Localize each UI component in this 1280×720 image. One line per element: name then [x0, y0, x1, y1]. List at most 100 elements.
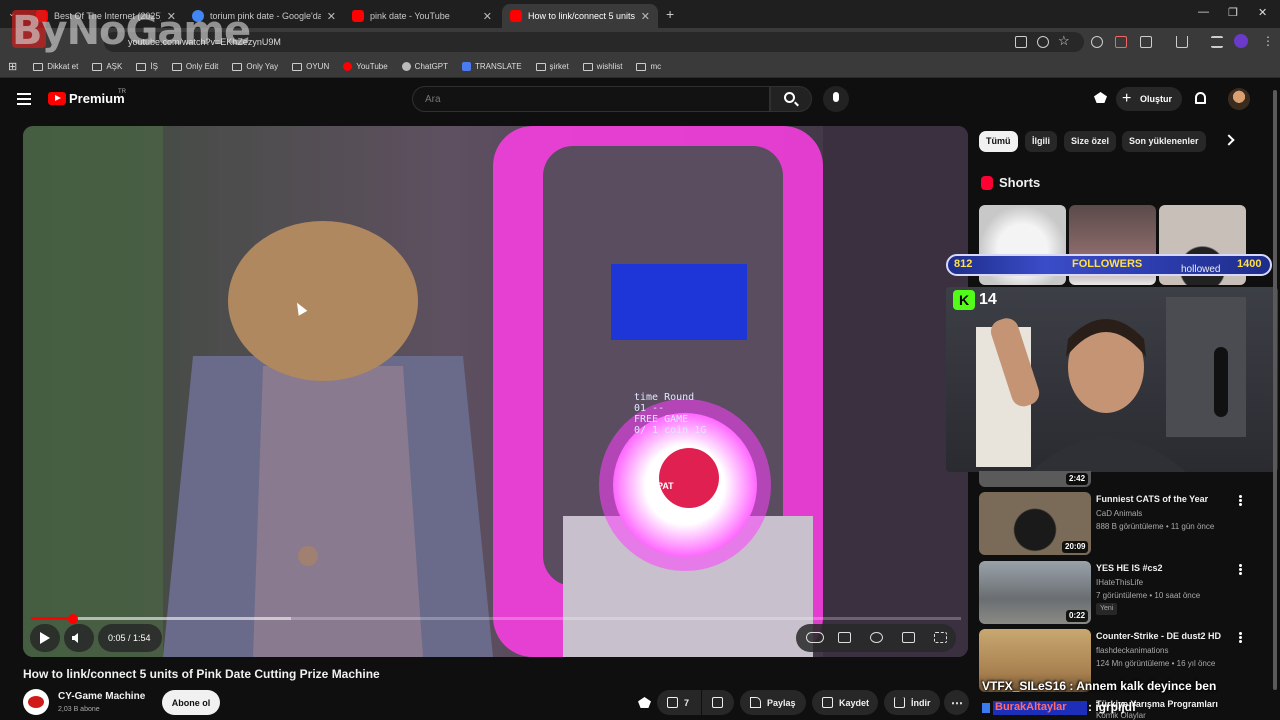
related-title[interactable]: Funniest CATS of the Year — [1096, 494, 1208, 504]
doll-body — [253, 366, 423, 657]
folder-icon — [92, 62, 103, 71]
fullscreen-icon[interactable] — [934, 632, 947, 643]
followers-goal: 1400 — [1237, 258, 1262, 270]
bookmark-label: ChatGPT — [414, 62, 449, 71]
browser-tab[interactable]: pink date - YouTube ✕ — [344, 4, 500, 28]
bookmark-label: Dikkat et — [47, 62, 79, 71]
browser-menu-icon[interactable]: ⋮ — [1262, 34, 1274, 48]
save-button[interactable]: Kaydet — [812, 690, 878, 715]
more-options-icon[interactable] — [1239, 495, 1242, 498]
bookmark-link[interactable]: TRANSLATE — [462, 62, 522, 71]
more-actions-button[interactable]: ⋯ — [944, 690, 969, 715]
close-tab-icon[interactable]: ✕ — [483, 10, 492, 23]
bookmark-folder[interactable]: wishlist — [582, 62, 622, 71]
download-label: İndir — [911, 697, 931, 708]
settings-gear-icon[interactable] — [870, 632, 883, 643]
subscribe-button[interactable]: Abone ol — [162, 690, 220, 715]
search-input[interactable] — [412, 86, 770, 112]
video-title: How to link/connect 5 units of Pink Date… — [23, 667, 380, 681]
youtube-premium-logo[interactable]: Premium — [69, 91, 125, 106]
youtube-logo-icon[interactable] — [48, 92, 66, 105]
related-title[interactable]: Counter-Strike - DE dust2 HD — [1096, 631, 1221, 641]
bookmark-folder[interactable]: mc — [636, 62, 661, 71]
account-avatar[interactable] — [1228, 88, 1250, 110]
profile-icon[interactable] — [1234, 34, 1248, 48]
like-button[interactable]: 7 — [657, 690, 701, 715]
install-icon[interactable] — [1015, 36, 1027, 48]
video-player[interactable]: time Round 01 -- FREE GAME 0/ 1 coin 1G … — [23, 126, 968, 657]
chatgpt-icon — [401, 62, 411, 71]
bookmark-link[interactable]: YouTube — [343, 62, 388, 71]
tab-title: How to link/connect 5 units of — [528, 11, 635, 21]
progress-played — [31, 617, 73, 620]
webcam-door — [1166, 297, 1246, 437]
bookmark-folder[interactable]: Dikkat et — [33, 62, 78, 71]
close-window-button[interactable]: ✕ — [1258, 6, 1267, 19]
share-button[interactable]: Paylaş — [740, 690, 806, 715]
folder-icon — [171, 62, 182, 71]
channel-name[interactable]: CY-Game Machine — [58, 691, 145, 702]
chat-message: VTFX_SILeS16 : Annem kalk deyince ben — [982, 679, 1217, 693]
related-title[interactable]: YES HE IS #cs2 — [1096, 563, 1163, 573]
apps-icon[interactable]: ⊞ — [8, 60, 17, 73]
translate-icon — [462, 62, 472, 71]
premium-gem-icon[interactable] — [638, 697, 651, 708]
puzzle-icon[interactable] — [1140, 36, 1152, 48]
bookmark-folder[interactable]: AŞK — [92, 62, 122, 71]
folder-icon — [232, 62, 243, 71]
dislike-button[interactable] — [702, 690, 734, 715]
chip-all[interactable]: Tümü — [979, 131, 1018, 152]
channel-avatar[interactable] — [23, 689, 49, 715]
bookmark-folder[interactable]: İŞ — [136, 62, 158, 71]
bookmark-label: mc — [650, 62, 662, 71]
address-bar[interactable]: youtube.com/watch?v=EKhZezynU9M — [104, 32, 1084, 52]
related-channel[interactable]: CaD Animals — [1096, 509, 1142, 518]
media-icon[interactable] — [1211, 36, 1223, 48]
related-channel[interactable]: flashdeckanimations — [1096, 646, 1168, 655]
more-options-icon[interactable] — [1239, 632, 1242, 635]
plus-icon: + — [1122, 90, 1132, 107]
chat-icon — [982, 703, 990, 713]
time-display: 0:05 / 1:54 — [108, 633, 151, 643]
notifications-bell-icon[interactable] — [1195, 92, 1206, 104]
chip-for-you[interactable]: Size özel — [1064, 131, 1117, 152]
video-duration: 0:22 — [1066, 610, 1089, 622]
bookmark-link[interactable]: ChatGPT — [401, 62, 449, 71]
eye-off-icon[interactable] — [1037, 36, 1049, 48]
close-tab-icon[interactable]: ✕ — [641, 10, 650, 23]
extension-icon[interactable] — [1115, 36, 1127, 48]
subtitles-icon[interactable] — [838, 632, 851, 643]
country-code: TR — [118, 89, 126, 95]
pat-label: PAT — [657, 481, 674, 491]
bookmark-star-icon[interactable]: ☆ — [1058, 33, 1070, 49]
related-channel[interactable]: IHateThisLife — [1096, 578, 1143, 587]
theater-mode-icon[interactable] — [902, 632, 915, 643]
download-icon[interactable] — [1176, 36, 1188, 48]
bookmark-folder[interactable]: Only Yay — [232, 62, 278, 71]
bookmark-folder[interactable]: OYUN — [292, 62, 329, 71]
subscriber-count: 2,03 B abone — [58, 706, 100, 713]
download-button[interactable]: İndir — [884, 690, 940, 715]
progress-scrubber[interactable] — [68, 614, 78, 624]
chip-recently-uploaded[interactable]: Son yüklenenler — [1122, 131, 1206, 152]
play-icon[interactable] — [40, 632, 50, 644]
minimize-button[interactable]: — — [1198, 6, 1209, 18]
chip-related[interactable]: İlgili — [1025, 131, 1057, 152]
scrollbar-thumb[interactable] — [1273, 90, 1277, 690]
kick-viewer-count: 14 — [979, 291, 997, 308]
extension-icon[interactable] — [1091, 36, 1103, 48]
restore-button[interactable]: ❐ — [1228, 6, 1238, 19]
streamer-body — [1031, 437, 1186, 472]
autoplay-toggle-icon[interactable] — [806, 632, 824, 643]
bookmark-folder[interactable]: Only Edit — [171, 62, 218, 71]
related-meta: 7 görüntüleme • 10 saat önce — [1096, 591, 1201, 600]
close-tab-icon[interactable]: ✕ — [327, 10, 336, 23]
browser-tab-active[interactable]: How to link/connect 5 units of ✕ — [502, 4, 658, 28]
hamburger-menu-icon[interactable] — [17, 93, 31, 105]
video-duration: 20:09 — [1062, 541, 1089, 553]
chevron-right-icon[interactable] — [1223, 134, 1235, 146]
new-tab-button[interactable]: + — [666, 6, 674, 22]
more-options-icon[interactable] — [1239, 564, 1242, 567]
bookmark-folder[interactable]: şirket — [535, 62, 569, 71]
screen-line: 0/ 1 coin 1G — [634, 425, 707, 436]
